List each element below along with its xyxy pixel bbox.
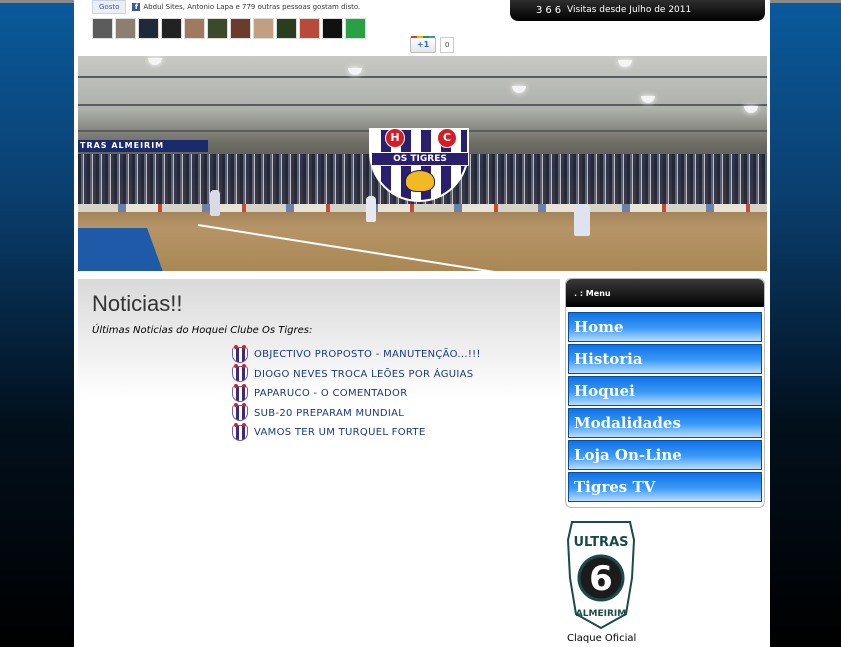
news-link[interactable]: DIOGO NEVES TROCA LEÕES POR ÁGUIAS	[254, 369, 473, 380]
news-item[interactable]: VAMOS TER UM TURQUEL FORTE	[232, 422, 481, 443]
news-subtitle: Últimas Noticias do Hoquei Clube Os Tigr…	[92, 325, 313, 336]
facebook-face-avatar[interactable]	[253, 18, 274, 39]
menu-item-home[interactable]: Home	[568, 312, 762, 342]
news-item[interactable]: SUB-20 PREPARAM MUNDIAL	[232, 403, 481, 424]
ceiling-light-icon	[348, 68, 362, 75]
visit-label: Visitas desde Julho de 2011	[567, 5, 692, 15]
facebook-like-button[interactable]: Gosto	[92, 0, 127, 14]
club-logo: H C OS TIGRES	[369, 128, 469, 202]
side-menu: . : Menu Home Historia Hoquei Modalidade…	[565, 278, 765, 508]
facebook-face-avatar[interactable]	[345, 18, 366, 39]
rink-boards	[78, 204, 767, 212]
facebook-icon: f	[132, 3, 141, 11]
logo-letter-c: C	[437, 128, 457, 148]
facebook-face-avatar[interactable]	[230, 18, 251, 39]
like-button-label: Gosto	[99, 3, 120, 11]
header-banner: TRAS ALMEIRIM H C OS TIGRES	[78, 56, 767, 271]
menu-item-loja-online[interactable]: Loja On-Line	[568, 440, 762, 470]
facebook-face-avatar[interactable]	[161, 18, 182, 39]
menu-header: . : Menu	[566, 279, 764, 307]
facebook-face-avatar[interactable]	[207, 18, 228, 39]
news-item[interactable]: PAPARUCO - O COMENTADOR	[232, 383, 481, 404]
facebook-face-avatar[interactable]	[322, 18, 343, 39]
news-item[interactable]: DIOGO NEVES TROCA LEÕES POR ÁGUIAS	[232, 364, 481, 385]
club-crest-icon	[232, 383, 248, 402]
facebook-face-avatar[interactable]	[92, 18, 113, 39]
ceiling-light-icon	[744, 106, 758, 113]
news-link[interactable]: PAPARUCO - O COMENTADOR	[254, 388, 407, 399]
club-logo-initials: H C	[385, 128, 457, 148]
visit-counter: 366 Visitas desde Julho de 2011	[510, 0, 765, 21]
roof-beam	[78, 104, 767, 106]
club-crest-icon	[232, 344, 248, 363]
player	[210, 190, 220, 216]
ultras-badge-icon: ULTRAS 6 ALMEIRIM	[566, 521, 636, 630]
ultras-top-text: ULTRAS	[574, 535, 629, 550]
news-panel: Noticias!! Últimas Noticias do Hoquei Cl…	[78, 279, 560, 647]
page-title: Noticias!!	[92, 291, 183, 316]
menu-item-historia[interactable]: Historia	[568, 344, 762, 374]
news-item[interactable]: OBJECTIVO PROPOSTO - MANUTENÇÃO...!!!	[232, 344, 481, 365]
facebook-face-avatar[interactable]	[138, 18, 159, 39]
facebook-social-text: Abdul Sites, Antonio Lapa e 779 outras p…	[143, 3, 361, 11]
logo-letter-h: H	[385, 128, 405, 148]
rink-floor-line	[197, 224, 495, 271]
facebook-face-avatar[interactable]	[299, 18, 320, 39]
rink-floor-marking	[78, 228, 169, 271]
tiger-icon	[405, 170, 435, 192]
facebook-like-box: Gosto f Abdul Sites, Antonio Lapa e 779 …	[92, 0, 452, 14]
news-list: OBJECTIVO PROPOSTO - MANUTENÇÃO...!!! DI…	[232, 344, 481, 443]
news-link[interactable]: VAMOS TER UM TURQUEL FORTE	[254, 427, 425, 438]
page-container: Gosto f Abdul Sites, Antonio Lapa e 779 …	[74, 0, 770, 647]
facebook-face-avatar[interactable]	[115, 18, 136, 39]
club-crest-icon	[232, 403, 248, 422]
crowd-sign: TRAS ALMEIRIM	[78, 140, 208, 152]
google-plus-one-button[interactable]: +1	[410, 36, 436, 53]
google-plus-count: 0	[440, 37, 455, 53]
ultras-caption: Claque Oficial	[567, 633, 637, 644]
ultras-logo[interactable]: ULTRAS 6 ALMEIRIM	[566, 518, 636, 630]
player	[574, 204, 590, 236]
facebook-face-avatar[interactable]	[184, 18, 205, 39]
menu-item-modalidades[interactable]: Modalidades	[568, 408, 762, 438]
menu-item-tigres-tv[interactable]: Tigres TV	[568, 472, 762, 502]
ceiling-light-icon	[512, 86, 526, 93]
club-crest-icon	[232, 422, 248, 441]
roof-beam	[78, 76, 767, 78]
ceiling-light-icon	[618, 60, 632, 67]
ultras-number: 6	[589, 559, 613, 599]
facebook-face-avatar[interactable]	[276, 18, 297, 39]
ceiling-light-icon	[148, 58, 162, 65]
news-link[interactable]: SUB-20 PREPARAM MUNDIAL	[254, 408, 404, 419]
ultras-bottom-text: ALMEIRIM	[576, 609, 626, 619]
facebook-faces	[92, 18, 366, 39]
menu-item-hoquei[interactable]: Hoquei	[568, 376, 762, 406]
visit-count: 366	[536, 5, 565, 16]
news-link[interactable]: OBJECTIVO PROPOSTO - MANUTENÇÃO...!!!	[254, 349, 481, 360]
menu-list: Home Historia Hoquei Modalidades Loja On…	[568, 312, 762, 504]
ceiling-light-icon	[641, 96, 655, 103]
logo-ribbon: OS TIGRES	[371, 152, 469, 166]
google-plus-widget: +1 0	[410, 36, 455, 53]
club-crest-icon	[232, 364, 248, 383]
